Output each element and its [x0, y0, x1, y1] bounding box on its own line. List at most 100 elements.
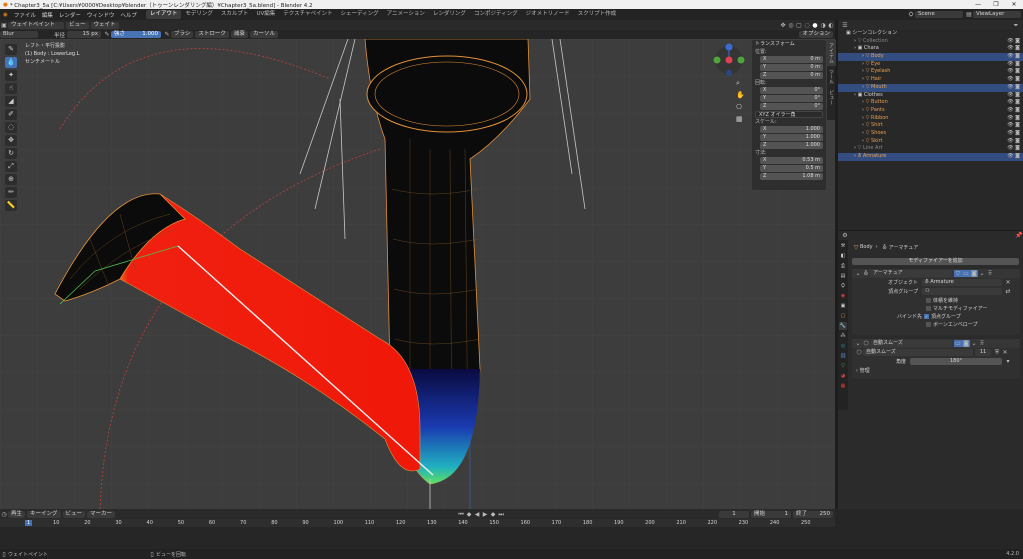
vgroup-field[interactable]: ⚇ [922, 288, 1002, 295]
visibility-eye-icon[interactable]: 👁 ◙ [1007, 130, 1020, 138]
tab-item[interactable]: アイテム [827, 40, 836, 66]
outliner-item[interactable]: › ▽ Eyelash 👁 ◙ [838, 68, 1023, 76]
prev-key-icon[interactable]: ◆ [465, 511, 473, 518]
playback-menu[interactable]: 再生 [8, 510, 26, 518]
menu-help[interactable]: ヘルプ [117, 11, 140, 19]
gizmo-x-axis[interactable] [725, 56, 733, 64]
smooth-dropdown-icon[interactable]: ⌄ [970, 340, 978, 347]
pin-icon[interactable]: 📌 [1015, 232, 1023, 239]
properties-editor-icon[interactable]: ⚙ [841, 232, 849, 239]
gizmo-y-axis[interactable] [737, 56, 745, 64]
outliner-item[interactable]: › ▽ Ribbon 👁 ◙ [838, 115, 1023, 123]
visibility-eye-icon[interactable]: 👁 ◙ [1007, 138, 1020, 146]
rotation-z[interactable]: Z 0° [760, 103, 823, 110]
bind-vgroups-checkbox[interactable]: ✓ [924, 313, 929, 319]
rotation-mode-select[interactable]: XYZ オイラー角 [755, 111, 823, 118]
move-tool-icon[interactable]: ✥ [5, 135, 17, 146]
rotation-y[interactable]: Y 0° [760, 95, 823, 102]
strength-pressure-icon[interactable]: ✎ [163, 31, 171, 38]
transform-header[interactable]: トランスフォーム [752, 40, 826, 49]
material-tab-icon[interactable]: ◕ [839, 372, 847, 380]
visibility-eye-icon[interactable]: 👁 ◙ [1007, 84, 1020, 92]
outliner-item[interactable]: › ▽ Pants 👁 ◙ [838, 107, 1023, 115]
visibility-eye-icon[interactable]: 👁 ◙ [1007, 99, 1020, 107]
shading-material-icon[interactable]: ◑ [819, 22, 827, 29]
frame-ruler[interactable]: 1 10 20 30 40 50 60 70 80 90 100 110 120 130 140 150 160… [0, 519, 835, 527]
unlink-icon[interactable]: ✕ [1001, 349, 1009, 356]
render-tab-icon[interactable]: ◧ [839, 252, 847, 260]
location-z[interactable]: Z0 m [760, 72, 823, 79]
tab-shading[interactable]: シェーディング [337, 10, 383, 19]
gradient-tool-icon[interactable]: ◢ [5, 96, 17, 107]
physics-tab-icon[interactable]: ◎ [839, 342, 847, 350]
blur-tool-icon[interactable]: 💧 [5, 57, 17, 68]
outliner-item[interactable]: › ▽ Line Art 👁 ◙ [838, 145, 1023, 153]
annotate-tool-icon[interactable]: ✏ [5, 187, 17, 198]
dimensions-x[interactable]: X 0.53 m [760, 157, 823, 164]
collapse-arrow-icon-2[interactable]: ⌄ [854, 340, 862, 347]
tool-tab-icon[interactable]: ⚒ [839, 242, 847, 250]
shading-render-icon[interactable]: ◐ [827, 22, 835, 29]
outliner-item[interactable]: › ▽ Mouth 👁 ◙ [838, 83, 1023, 92]
bind-envelope-row[interactable]: ボーンエンベロープ [852, 320, 1020, 328]
visibility-eye-icon[interactable]: 👁 ◙ [1007, 115, 1020, 123]
visibility-eye-icon[interactable]: 👁 ◙ [1007, 38, 1020, 46]
visibility-eye-icon[interactable]: 👁 ◙ [1007, 107, 1020, 115]
brush-menu[interactable]: ブラシ [171, 31, 194, 38]
object-clear-icon[interactable]: ✕ [1004, 279, 1012, 286]
keying-menu[interactable]: キーイング [27, 510, 61, 518]
visibility-eye-icon[interactable]: 👁 ◙ [1007, 76, 1020, 84]
angle-field[interactable]: 180° [910, 358, 1002, 365]
editmode-toggle-icon[interactable]: ▽ [954, 270, 962, 277]
outliner-item[interactable]: › ▽ Shirt 👁 ◙ [838, 122, 1023, 130]
tab-layout[interactable]: レイアウト [145, 10, 182, 19]
preserve-volume-checkbox[interactable] [926, 297, 931, 303]
marker-menu[interactable]: マーカー [87, 510, 116, 518]
xray-toggle-icon[interactable]: ▢ [795, 22, 803, 29]
scene-tab-icon[interactable]: ⛭ [839, 282, 847, 290]
stroke-menu[interactable]: ストローク [195, 31, 229, 38]
shading-solid-icon[interactable]: ● [811, 22, 819, 29]
outliner-item[interactable]: › ▽ Shoes 👁 ◙ [838, 130, 1023, 138]
menu-edit[interactable]: 編集 [39, 11, 56, 19]
minimize-button[interactable]: — [969, 1, 987, 8]
maximize-button[interactable]: ❐ [987, 1, 1005, 8]
smooth-modifier-name[interactable]: 自動スムーズ [870, 340, 952, 347]
tab-geometry-nodes[interactable]: ジオメトリノード [522, 10, 574, 19]
node-group-field[interactable]: 自動スムーズ [863, 349, 973, 356]
tab-tool[interactable]: ツール [827, 66, 836, 87]
location-x[interactable]: X0 m [760, 56, 823, 63]
visibility-eye-icon[interactable]: 👁 ◙ [1007, 53, 1020, 61]
armature-modifier-name[interactable]: アーマチュア [870, 270, 952, 277]
smooth-viewport-toggle-icon[interactable]: ▭ [954, 340, 962, 347]
collapse-arrow-icon[interactable]: ⌄ [854, 270, 862, 277]
tab-sculpt[interactable]: スカルプト [217, 10, 253, 19]
outliner-item[interactable]: › ▽ Eye 👁 ◙ [838, 61, 1023, 69]
menu-window[interactable]: ウィンドウ [84, 11, 118, 19]
fake-user-icon[interactable]: ⛨ [993, 349, 1001, 356]
gizmo-z-axis[interactable] [725, 43, 733, 51]
outliner-item[interactable]: › ▣ Clothes 👁 ◙ [838, 92, 1023, 100]
ortho-grid-icon[interactable]: ▦ [736, 115, 743, 123]
dimensions-y[interactable]: Y 0.5 m [760, 165, 823, 172]
outliner-scene-collection[interactable]: ▣ シーンコレクション [838, 30, 1023, 38]
sample-weight-icon[interactable]: ✐ [5, 109, 17, 120]
menu-file[interactable]: ファイル [11, 11, 39, 19]
preserve-volume-row[interactable]: 体積を維持 [852, 296, 1020, 304]
outliner-editor-icon[interactable]: ☰ [841, 22, 849, 29]
angle-attribute-icon[interactable]: ▾ [1004, 358, 1012, 365]
overlay-toggle-icon[interactable]: ◎ [787, 22, 795, 29]
shading-wire-icon[interactable]: ◌ [803, 22, 811, 29]
close-button[interactable]: ✕ [1005, 1, 1023, 8]
object-field[interactable]: ⛢ Armature [922, 279, 1002, 286]
mode-selector[interactable]: ウェイトペイント [8, 21, 64, 29]
play-icon[interactable]: ▶ [481, 511, 489, 518]
falloff-menu[interactable]: 減衰 [230, 31, 248, 38]
visibility-eye-icon[interactable]: 👁 ◙ [1007, 122, 1020, 130]
next-key-icon[interactable]: ◆ [489, 511, 497, 518]
gizmo-y-neg[interactable] [713, 56, 721, 64]
world-tab-icon[interactable]: ◉ [839, 292, 847, 300]
multi-modifier-checkbox[interactable] [926, 305, 931, 311]
play-reverse-icon[interactable]: ◀ [473, 511, 481, 518]
scene-selector[interactable]: Scene [915, 11, 963, 18]
